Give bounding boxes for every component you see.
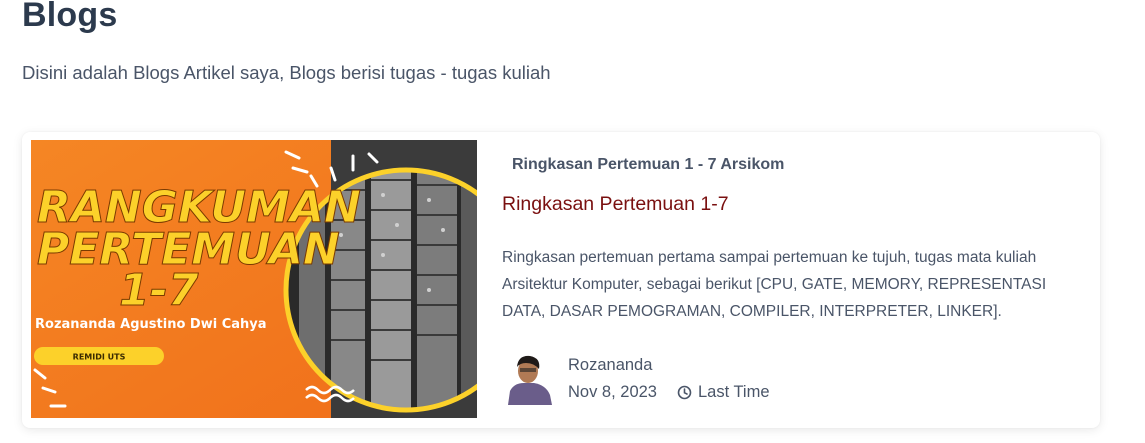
thumb-author-name: Rozananda Agustino Dwi Cahya [35,317,267,332]
thumb-badge-label: REMIDI UTS [73,353,126,362]
avatar[interactable] [506,351,552,405]
post-title-link[interactable]: Ringkasan Pertemuan 1-7 [502,193,729,216]
author-name[interactable]: Rozananda [568,356,652,375]
post-date: Nov 8, 2023 [568,383,657,401]
post-excerpt: Ringkasan pertemuan pertama sampai perte… [502,249,1047,320]
reading-time: Last Time [697,383,770,401]
clock-icon [677,385,692,400]
thumb-headline-line3: 1-7 [119,265,199,316]
blog-post-card: RANGKUMAN PERTEMUAN 1-7 Rozananda Agusti… [22,132,1100,428]
post-meta: Nov 8, 2023 Last Time [568,383,770,402]
post-thumbnail[interactable]: RANGKUMAN PERTEMUAN 1-7 Rozananda Agusti… [31,140,477,418]
page-subtitle: Disini adalah Blogs Artikel saya, Blogs … [22,62,551,83]
page-title: Blogs [22,0,118,34]
post-category[interactable]: Ringkasan Pertemuan 1 - 7 Arsikom [512,156,784,174]
